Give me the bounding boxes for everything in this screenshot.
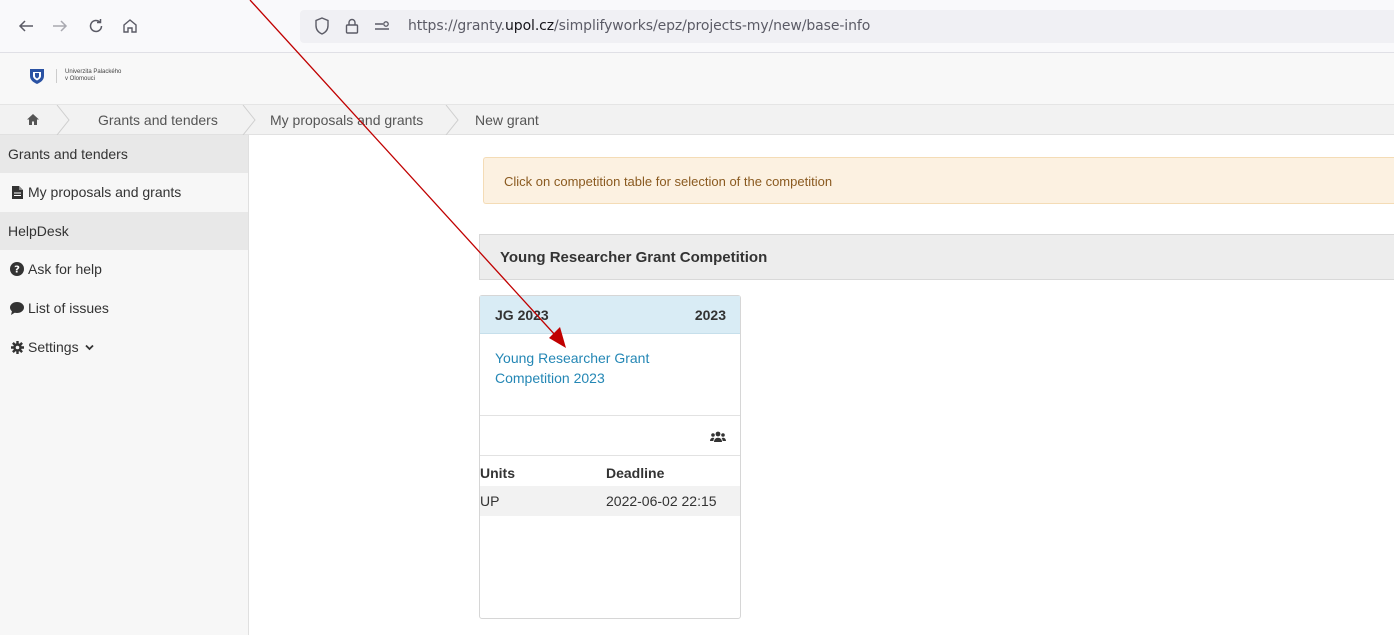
- comment-icon: [10, 300, 24, 316]
- breadcrumb-separator: [445, 104, 459, 135]
- lock-icon[interactable]: [342, 16, 362, 36]
- logo-line2: v Olomouci: [65, 76, 96, 82]
- home-icon: [123, 19, 137, 33]
- home-icon: [27, 114, 39, 125]
- forward-button[interactable]: [46, 12, 74, 40]
- sidebar-item-list-of-issues[interactable]: List of issues: [0, 289, 248, 328]
- breadcrumb-separator: [56, 104, 70, 135]
- competition-card-header[interactable]: JG 2023 2023: [480, 296, 740, 334]
- breadcrumb-separator: [242, 104, 256, 135]
- competition-participants-row: [480, 416, 740, 456]
- university-name: Univerzita Palackého v Olomouci: [56, 69, 121, 83]
- file-icon: [10, 184, 24, 200]
- svg-text:?: ?: [14, 265, 20, 276]
- table-header-units: Units: [480, 465, 515, 481]
- table-header-row: Units Deadline: [480, 456, 740, 486]
- competition-code: JG 2023: [495, 306, 549, 323]
- url-text[interactable]: https://granty.upol.cz/simplifyworks/epz…: [408, 18, 870, 34]
- app-header: Univerzita Palackého v Olomouci: [0, 53, 1394, 105]
- url-prefix: https://granty.: [408, 18, 506, 34]
- competition-link[interactable]: Young Researcher Grant Competition 2023: [480, 334, 740, 416]
- breadcrumb-grants-and-tenders[interactable]: Grants and tenders: [70, 104, 256, 135]
- back-arrow-icon: [18, 20, 33, 32]
- browser-toolbar: https://granty.upol.cz/simplifyworks/epz…: [0, 0, 1394, 53]
- sidebar-section-grants[interactable]: Grants and tenders: [0, 135, 248, 173]
- url-domain: upol.cz: [505, 18, 555, 34]
- breadcrumb-new-grant: New grant: [459, 105, 539, 135]
- competition-group-header: Young Researcher Grant Competition: [479, 234, 1394, 280]
- breadcrumb: Grants and tenders My proposals and gran…: [0, 104, 1394, 135]
- info-alert: Click on competition table for selection…: [483, 157, 1394, 204]
- university-seal-icon: [30, 69, 44, 84]
- permissions-icon[interactable]: [372, 16, 392, 36]
- address-bar[interactable]: https://granty.upol.cz/simplifyworks/epz…: [300, 10, 1394, 43]
- url-path: /simplifyworks/epz/projects-my/new/base-…: [554, 18, 871, 34]
- table-row: UP 2022-06-02 22:15: [480, 486, 740, 516]
- breadcrumb-label: My proposals and grants: [270, 111, 424, 128]
- chevron-down-icon: [84, 339, 94, 355]
- breadcrumb-home[interactable]: [0, 104, 70, 135]
- university-logo[interactable]: Univerzita Palackého v Olomouci: [28, 67, 121, 85]
- back-button[interactable]: [12, 12, 40, 40]
- sidebar-item-ask-for-help[interactable]: ? Ask for help: [0, 250, 248, 289]
- home-button[interactable]: [116, 12, 144, 40]
- breadcrumb-label: Grants and tenders: [98, 111, 218, 128]
- competition-card[interactable]: JG 2023 2023 Young Researcher Grant Comp…: [479, 295, 741, 619]
- sidebar-item-label: Ask for help: [28, 261, 102, 277]
- breadcrumb-label: New grant: [475, 111, 539, 128]
- sidebar-item-label: Settings: [28, 339, 79, 355]
- competition-deadline-table: Units Deadline UP 2022-06-02 22:15: [480, 456, 740, 516]
- shield-icon[interactable]: [312, 16, 332, 36]
- table-cell-unit: UP: [480, 486, 606, 516]
- reload-button[interactable]: [82, 12, 110, 40]
- users-icon[interactable]: [710, 429, 726, 445]
- reload-icon: [89, 19, 103, 33]
- sidebar-item-my-proposals[interactable]: My proposals and grants: [0, 173, 248, 212]
- sidebar: Grants and tenders My proposals and gran…: [0, 135, 249, 635]
- sidebar-item-label: My proposals and grants: [28, 184, 182, 200]
- sidebar-item-settings[interactable]: Settings: [0, 328, 248, 367]
- sidebar-section-helpdesk[interactable]: HelpDesk: [0, 212, 248, 250]
- question-circle-icon: ?: [10, 261, 24, 277]
- forward-arrow-icon: [53, 20, 68, 32]
- breadcrumb-my-proposals[interactable]: My proposals and grants: [256, 104, 459, 135]
- table-header-deadline: Deadline: [606, 465, 665, 481]
- competition-year: 2023: [694, 306, 726, 323]
- logo-line1: Univerzita Palackého: [65, 69, 122, 75]
- table-cell-deadline: 2022-06-02 22:15: [606, 486, 740, 516]
- gear-icon: [10, 339, 24, 355]
- sidebar-item-label: List of issues: [28, 300, 109, 316]
